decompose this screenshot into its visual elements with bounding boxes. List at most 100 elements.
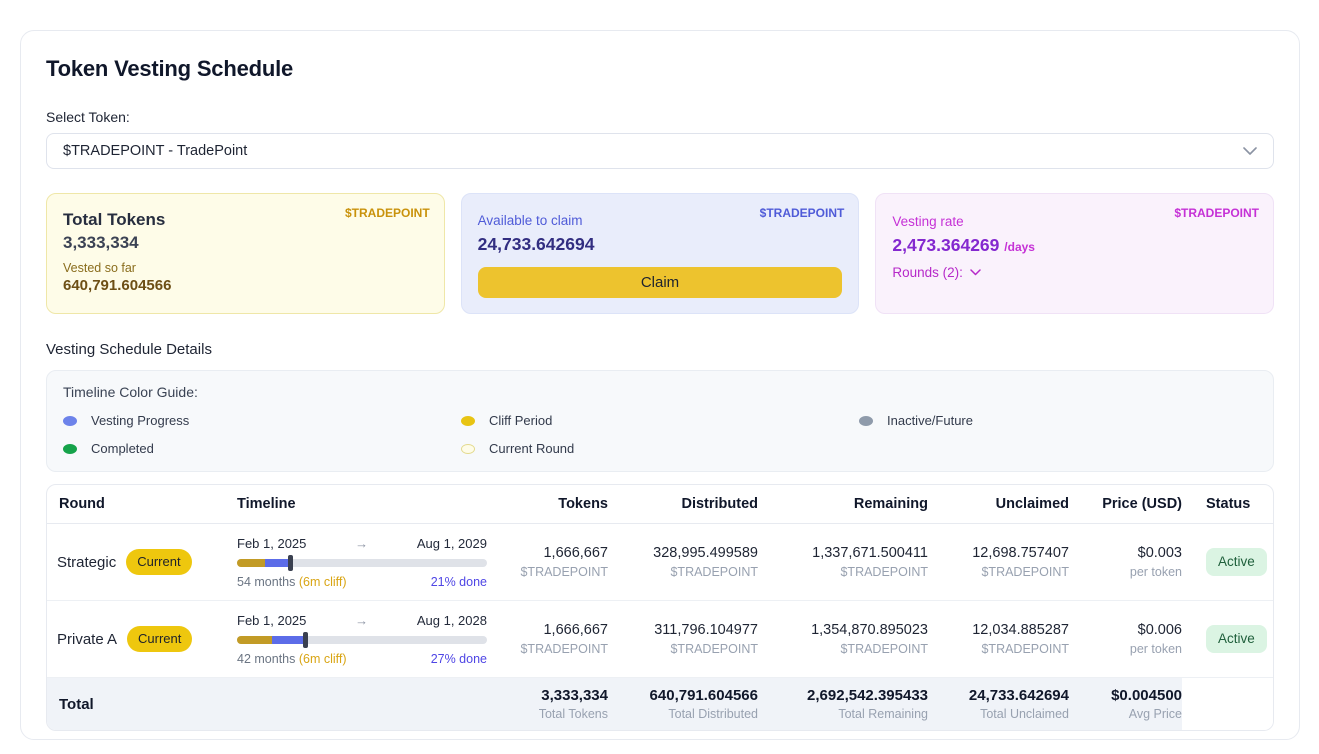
timeline-start-date: Feb 1, 2025 <box>237 536 306 551</box>
legend-item-inactive-future: Inactive/Future <box>859 413 1257 428</box>
total-label: Total <box>47 696 237 713</box>
timeline-end-date: Aug 1, 2028 <box>417 613 487 628</box>
timeline-cell: Feb 1, 2025 → Aug 1, 2029 54 months (6m … <box>237 536 501 589</box>
cliff-segment <box>237 636 272 644</box>
total-unclaimed-cell: 24,733.642694 Total Unclaimed <box>928 687 1069 721</box>
price-cell: $0.003 per token <box>1069 545 1182 579</box>
price-cell: $0.006 per token <box>1069 622 1182 656</box>
vested-so-far-label: Vested so far <box>63 261 428 275</box>
completed-dot-icon <box>63 444 77 454</box>
total-tokens-cell: 3,333,334 Total Tokens <box>501 687 608 721</box>
duration-label: 42 months <box>237 652 295 666</box>
legend-label: Vesting Progress <box>91 413 189 428</box>
timeline-progress-bar <box>237 636 487 644</box>
unclaimed-cell: 12,034.885287 $TRADEPOINT <box>928 622 1069 656</box>
distributed-cell: 328,995.499589 $TRADEPOINT <box>608 545 758 579</box>
current-round-dot-icon <box>461 444 475 454</box>
cliff-label: (6m cliff) <box>299 652 347 666</box>
legend-label: Cliff Period <box>489 413 552 428</box>
timeline-progress-bar <box>237 559 487 567</box>
current-badge: Current <box>126 549 191 575</box>
token-symbol-badge: $TRADEPOINT <box>345 206 430 220</box>
page-title: Token Vesting Schedule <box>46 56 1274 82</box>
avg-price-cell: $0.004500 Avg Price <box>1069 687 1182 721</box>
table-total-row: Total 3,333,334 Total Tokens 640,791.604… <box>47 678 1273 730</box>
progress-segment <box>265 559 290 567</box>
guide-title: Timeline Color Guide: <box>63 384 1257 400</box>
remaining-cell: 1,354,870.895023 $TRADEPOINT <box>758 622 928 656</box>
table-row-private-a: Private A Current Feb 1, 2025 → Aug 1, 2… <box>47 601 1273 678</box>
header-status: Status <box>1182 496 1273 512</box>
legend-item-vesting-progress: Vesting Progress <box>63 413 461 428</box>
timeline-start-date: Feb 1, 2025 <box>237 613 306 628</box>
token-select[interactable]: $TRADEPOINT - TradePoint <box>46 133 1274 169</box>
vested-so-far-value: 640,791.604566 <box>63 277 428 294</box>
vesting-progress-dot-icon <box>63 416 77 426</box>
available-to-claim-card: $TRADEPOINT Available to claim 24,733.64… <box>461 193 860 314</box>
rounds-label: Rounds (2): <box>892 265 963 280</box>
status-cell: Active <box>1182 548 1273 576</box>
cliff-period-dot-icon <box>461 416 475 426</box>
inactive-future-dot-icon <box>859 416 873 426</box>
total-tokens-card: $TRADEPOINT Total Tokens 3,333,334 Veste… <box>46 193 445 314</box>
legend: Vesting Progress Completed Cliff Period … <box>63 413 1257 456</box>
total-tokens-value: 3,333,334 <box>63 233 428 253</box>
round-cell: Private A Current <box>47 626 237 652</box>
percent-done-label: 27% done <box>431 652 487 666</box>
vesting-rate-unit: /days <box>1004 240 1035 254</box>
timeline-cell: Feb 1, 2025 → Aug 1, 2028 42 months (6m … <box>237 613 501 666</box>
timeline-end-date: Aug 1, 2029 <box>417 536 487 551</box>
tokens-cell: 1,666,667 $TRADEPOINT <box>501 622 608 656</box>
legend-item-current-round: Current Round <box>461 441 859 456</box>
vesting-rate-value: 2,473.364269 /days <box>892 235 1257 256</box>
total-distributed-cell: 640,791.604566 Total Distributed <box>608 687 758 721</box>
rounds-toggle[interactable]: Rounds (2): <box>892 265 981 280</box>
header-price: Price (USD) <box>1069 496 1182 512</box>
vesting-rate-card: $TRADEPOINT Vesting rate 2,473.364269 /d… <box>875 193 1274 314</box>
active-status-badge: Active <box>1206 548 1267 576</box>
token-symbol-badge: $TRADEPOINT <box>760 206 845 220</box>
round-cell: Strategic Current <box>47 549 237 575</box>
round-name: Strategic <box>57 554 116 571</box>
current-badge: Current <box>127 626 192 652</box>
table-row-strategic: Strategic Current Feb 1, 2025 → Aug 1, 2… <box>47 524 1273 601</box>
round-name: Private A <box>57 631 117 648</box>
cliff-label: (6m cliff) <box>299 575 347 589</box>
vesting-rate-number: 2,473.364269 <box>892 235 999 255</box>
chevron-down-icon[interactable] <box>1243 147 1257 155</box>
select-token-label: Select Token: <box>46 109 1274 125</box>
arrow-right-icon: → <box>355 536 368 551</box>
legend-item-completed: Completed <box>63 441 461 456</box>
vesting-panel: Token Vesting Schedule Select Token: $TR… <box>20 30 1300 740</box>
vesting-table: Round Timeline Tokens Distributed Remain… <box>46 484 1274 731</box>
progress-segment <box>272 636 305 644</box>
chevron-down-icon <box>970 269 981 276</box>
token-symbol-badge: $TRADEPOINT <box>1174 206 1259 220</box>
legend-item-cliff-period: Cliff Period <box>461 413 859 428</box>
arrow-right-icon: → <box>355 613 368 628</box>
percent-done-label: 21% done <box>431 575 487 589</box>
header-tokens: Tokens <box>501 496 608 512</box>
current-position-marker <box>288 555 293 571</box>
header-unclaimed: Unclaimed <box>928 496 1069 512</box>
legend-label: Inactive/Future <box>887 413 973 428</box>
total-status-cell <box>1182 678 1273 730</box>
timeline-color-guide: Timeline Color Guide: Vesting Progress C… <box>46 370 1274 472</box>
current-position-marker <box>303 632 308 648</box>
table-header-row: Round Timeline Tokens Distributed Remain… <box>47 485 1273 524</box>
remaining-cell: 1,337,671.500411 $TRADEPOINT <box>758 545 928 579</box>
available-to-claim-value: 24,733.642694 <box>478 234 843 255</box>
token-select-value: $TRADEPOINT - TradePoint <box>63 143 247 159</box>
tokens-cell: 1,666,667 $TRADEPOINT <box>501 545 608 579</box>
status-cell: Active <box>1182 625 1273 653</box>
claim-button[interactable]: Claim <box>478 267 843 298</box>
header-round: Round <box>47 496 237 512</box>
active-status-badge: Active <box>1206 625 1267 653</box>
details-heading: Vesting Schedule Details <box>46 341 1274 358</box>
legend-label: Completed <box>91 441 154 456</box>
total-remaining-cell: 2,692,542.395433 Total Remaining <box>758 687 928 721</box>
legend-label: Current Round <box>489 441 574 456</box>
cliff-segment <box>237 559 265 567</box>
duration-label: 54 months <box>237 575 295 589</box>
header-distributed: Distributed <box>608 496 758 512</box>
